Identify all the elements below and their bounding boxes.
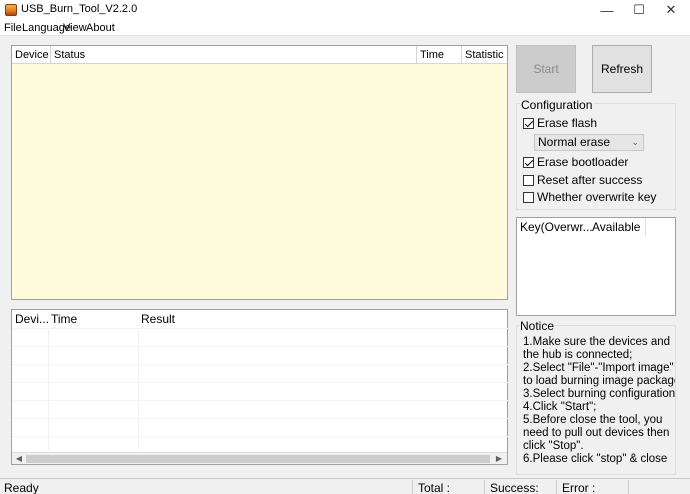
close-button[interactable]: ✕: [654, 0, 688, 20]
status-error: Error :: [562, 481, 596, 494]
row-divider: [12, 364, 508, 365]
erase-flash-option[interactable]: Erase flash: [523, 116, 597, 130]
erase-flash-label: Erase flash: [537, 116, 598, 130]
reset-after-success-checkbox[interactable]: [523, 174, 534, 186]
notice-group: 1.Make sure the devices and the hub is c…: [516, 325, 676, 475]
start-button[interactable]: Start: [516, 45, 576, 93]
status-separator: [484, 480, 485, 494]
status-total: Total :: [418, 481, 451, 494]
erase-bootloader-option[interactable]: Erase bootloader: [523, 155, 628, 169]
notice-line: 5.Before close the tool, you: [523, 414, 663, 426]
notice-line: the hub is connected;: [523, 349, 633, 361]
notice-line: 1.Make sure the devices and: [523, 336, 671, 348]
scroll-left-icon[interactable]: ◀: [13, 453, 25, 465]
menu-about[interactable]: About: [86, 22, 115, 34]
column-divider: [138, 330, 139, 450]
status-state: Ready: [4, 481, 39, 494]
column-result[interactable]: Result: [141, 312, 175, 326]
menu-bar: File Language View About: [0, 20, 690, 36]
title-bar: USB_Burn_Tool_V2.2.0 — ☐ ✕: [0, 0, 690, 20]
erase-flash-checkbox[interactable]: [523, 117, 534, 129]
notice-line: 2.Select "File"-"Import image": [523, 362, 674, 374]
minimize-button[interactable]: —: [590, 0, 624, 20]
erase-mode-value: Normal erase: [538, 135, 611, 149]
scroll-right-icon[interactable]: ▶: [493, 453, 505, 465]
app-logo-icon: [5, 4, 17, 16]
menu-file[interactable]: File: [4, 22, 22, 34]
notice-line: need to pull out devices then: [523, 427, 670, 439]
menu-view[interactable]: View: [63, 22, 87, 34]
window-title: USB_Burn_Tool_V2.2.0: [21, 3, 138, 15]
column-result-time[interactable]: Time: [51, 312, 77, 326]
column-device[interactable]: Devi...: [15, 312, 49, 326]
column-available[interactable]: Available: [592, 220, 640, 234]
notice-title: Notice: [519, 319, 556, 333]
status-separator: [628, 480, 629, 494]
configuration-group: Configuration Erase flash Normal erase ⌄…: [516, 98, 676, 210]
status-bar: Ready Total : Success: Error :: [0, 478, 690, 494]
column-device-id[interactable]: Device ID: [12, 46, 51, 64]
overwrite-key-label: Whether overwrite key: [537, 190, 657, 204]
row-divider: [12, 418, 508, 419]
device-table[interactable]: Device ID Status Time Statistic: [11, 45, 508, 300]
column-status[interactable]: Status: [51, 46, 417, 64]
horizontal-scrollbar[interactable]: ◀ ▶: [12, 452, 507, 464]
maximize-button[interactable]: ☐: [622, 0, 656, 20]
status-separator: [556, 480, 557, 494]
column-key[interactable]: Key(Overwr...: [520, 220, 593, 234]
erase-bootloader-label: Erase bootloader: [537, 155, 629, 169]
row-divider: [12, 328, 508, 329]
reset-after-success-option[interactable]: Reset after success: [523, 173, 642, 187]
device-table-header: Device ID Status Time Statistic: [12, 46, 507, 64]
notice-line: 6.Please click "stop" & close: [523, 453, 668, 465]
status-success: Success:: [490, 481, 539, 494]
row-divider: [12, 436, 508, 437]
overwrite-key-option[interactable]: Whether overwrite key: [523, 190, 656, 204]
notice-line: 3.Select burning configuration;: [523, 388, 676, 400]
status-separator: [412, 480, 413, 494]
erase-mode-select[interactable]: Normal erase ⌄: [534, 134, 644, 151]
notice-line: click "Stop".: [523, 440, 584, 452]
row-divider: [12, 400, 508, 401]
notice-line: to load burning image package;: [523, 375, 676, 387]
chevron-down-icon: ⌄: [631, 137, 639, 147]
notice-text: 1.Make sure the devices and the hub is c…: [523, 336, 676, 466]
row-divider: [12, 382, 508, 383]
overwrite-key-checkbox[interactable]: [523, 191, 534, 203]
result-table[interactable]: Devi... Time Result ◀ ▶: [11, 309, 508, 465]
column-statistic[interactable]: Statistic: [462, 46, 508, 64]
column-time[interactable]: Time: [417, 46, 462, 64]
configuration-title: Configuration: [520, 98, 594, 112]
reset-after-success-label: Reset after success: [537, 173, 643, 187]
scrollbar-thumb[interactable]: [26, 455, 490, 463]
key-table[interactable]: Key(Overwr... Available: [516, 217, 676, 316]
erase-bootloader-checkbox[interactable]: [523, 156, 534, 168]
column-divider: [645, 218, 646, 236]
column-divider: [48, 330, 49, 450]
notice-line: 4.Click "Start";: [523, 401, 597, 413]
row-divider: [12, 346, 508, 347]
refresh-button[interactable]: Refresh: [592, 45, 652, 93]
